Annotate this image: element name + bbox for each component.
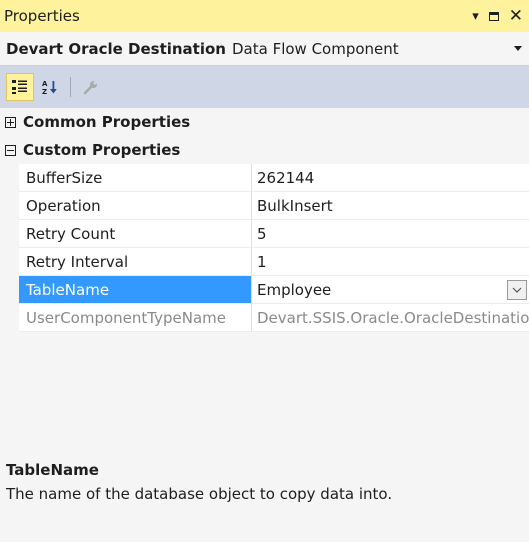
property-name: Retry Count bbox=[19, 220, 252, 248]
svg-text:A: A bbox=[42, 80, 48, 88]
property-row-tablename[interactable]: TableName Employee bbox=[0, 276, 529, 304]
property-name: Retry Interval bbox=[19, 248, 252, 276]
property-value[interactable]: 1 bbox=[252, 248, 529, 276]
window-title: Properties bbox=[4, 7, 80, 25]
expand-icon[interactable] bbox=[5, 116, 16, 128]
property-value[interactable]: 262144 bbox=[252, 164, 529, 192]
row-gutter bbox=[0, 220, 19, 248]
wrench-icon bbox=[83, 81, 97, 95]
properties-toolbar: A Z bbox=[0, 66, 529, 108]
object-type: Data Flow Component bbox=[231, 39, 399, 58]
collapse-icon[interactable] bbox=[5, 144, 16, 156]
chevron-down-icon bbox=[512, 287, 522, 293]
sort-az-icon: A Z bbox=[42, 80, 57, 95]
category-custom-properties[interactable]: Custom Properties bbox=[0, 136, 529, 164]
description-title: TableName bbox=[6, 461, 99, 479]
property-value: Devart.SSIS.Oracle.OracleDestination bbox=[252, 304, 529, 332]
property-value[interactable]: 5 bbox=[252, 220, 529, 248]
dropdown-arrow-icon[interactable]: ▾ bbox=[472, 10, 479, 23]
property-name: UserComponentTypeName bbox=[19, 304, 252, 332]
category-label: Common Properties bbox=[23, 113, 191, 131]
property-value-dropdown[interactable]: Employee bbox=[252, 276, 529, 304]
property-row-operation[interactable]: Operation BulkInsert bbox=[0, 192, 529, 220]
dropdown-button[interactable] bbox=[507, 280, 527, 300]
row-gutter bbox=[0, 192, 19, 220]
property-row-retry-count[interactable]: Retry Count 5 bbox=[0, 220, 529, 248]
property-value[interactable]: BulkInsert bbox=[252, 192, 529, 220]
close-icon[interactable]: ✕ bbox=[509, 7, 523, 25]
property-row-usercomponenttypename[interactable]: UserComponentTypeName Devart.SSIS.Oracle… bbox=[0, 304, 529, 332]
property-name: TableName bbox=[19, 276, 252, 304]
object-selector[interactable]: Devart Oracle Destination Data Flow Comp… bbox=[0, 32, 529, 66]
window-controls: ▾ ✕ bbox=[472, 0, 523, 32]
row-gutter bbox=[0, 276, 19, 304]
description-text: The name of the database object to copy … bbox=[6, 485, 393, 503]
description-pane: TableName The name of the database objec… bbox=[0, 455, 529, 542]
property-row-retry-interval[interactable]: Retry Interval 1 bbox=[0, 248, 529, 276]
property-grid: Common Properties Custom Properties Buff… bbox=[0, 108, 529, 503]
title-bar: Properties ▾ ✕ bbox=[0, 0, 529, 32]
property-pages-button[interactable] bbox=[77, 73, 105, 101]
object-name: Devart Oracle Destination bbox=[6, 39, 226, 58]
property-name: BufferSize bbox=[19, 164, 252, 192]
toolbar-separator bbox=[70, 77, 71, 97]
property-value[interactable]: Employee bbox=[257, 281, 331, 299]
svg-text:Z: Z bbox=[42, 88, 47, 95]
row-gutter bbox=[0, 248, 19, 276]
alphabetical-button[interactable]: A Z bbox=[36, 73, 64, 101]
row-gutter bbox=[0, 304, 19, 332]
categorized-icon bbox=[12, 80, 27, 94]
categorized-button[interactable] bbox=[6, 73, 34, 101]
property-row-buffersize[interactable]: BufferSize 262144 bbox=[0, 164, 529, 192]
category-label: Custom Properties bbox=[23, 141, 181, 159]
category-common-properties[interactable]: Common Properties bbox=[0, 108, 529, 136]
maximize-icon[interactable] bbox=[488, 11, 499, 21]
property-name: Operation bbox=[19, 192, 252, 220]
row-gutter bbox=[0, 164, 19, 192]
chevron-down-icon[interactable] bbox=[514, 46, 522, 51]
